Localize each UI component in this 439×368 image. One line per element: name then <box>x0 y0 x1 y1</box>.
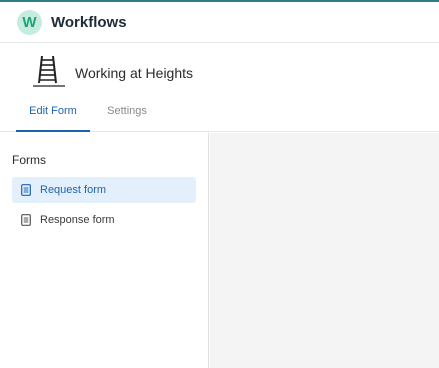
sidebar-item-response-form[interactable]: Response form <box>12 207 196 233</box>
forms-sidebar: Forms Request form Response form <box>0 133 209 368</box>
form-canvas <box>210 133 439 368</box>
sidebar-item-label: Response form <box>40 214 115 226</box>
document-icon <box>21 184 31 196</box>
ladder-icon <box>33 55 65 87</box>
tab-bar: Edit Form Settings <box>0 92 439 132</box>
app-title[interactable]: Workflows <box>51 14 127 31</box>
tab-edit-form[interactable]: Edit Form <box>16 92 90 132</box>
workflow-header: Working at Heights <box>0 43 439 92</box>
sidebar-heading: Forms <box>12 153 46 167</box>
logo-letter: W <box>22 13 37 31</box>
sidebar-item-request-form[interactable]: Request form <box>12 177 196 203</box>
document-icon <box>21 214 31 226</box>
top-app-bar: W Workflows <box>0 0 439 43</box>
workflow-title: Working at Heights <box>75 65 194 81</box>
tab-settings[interactable]: Settings <box>104 92 150 132</box>
app-window: W Workflows Working at Heights Edit Form… <box>0 0 439 368</box>
app-logo[interactable]: W <box>17 9 42 35</box>
sidebar-item-label: Request form <box>40 184 107 196</box>
